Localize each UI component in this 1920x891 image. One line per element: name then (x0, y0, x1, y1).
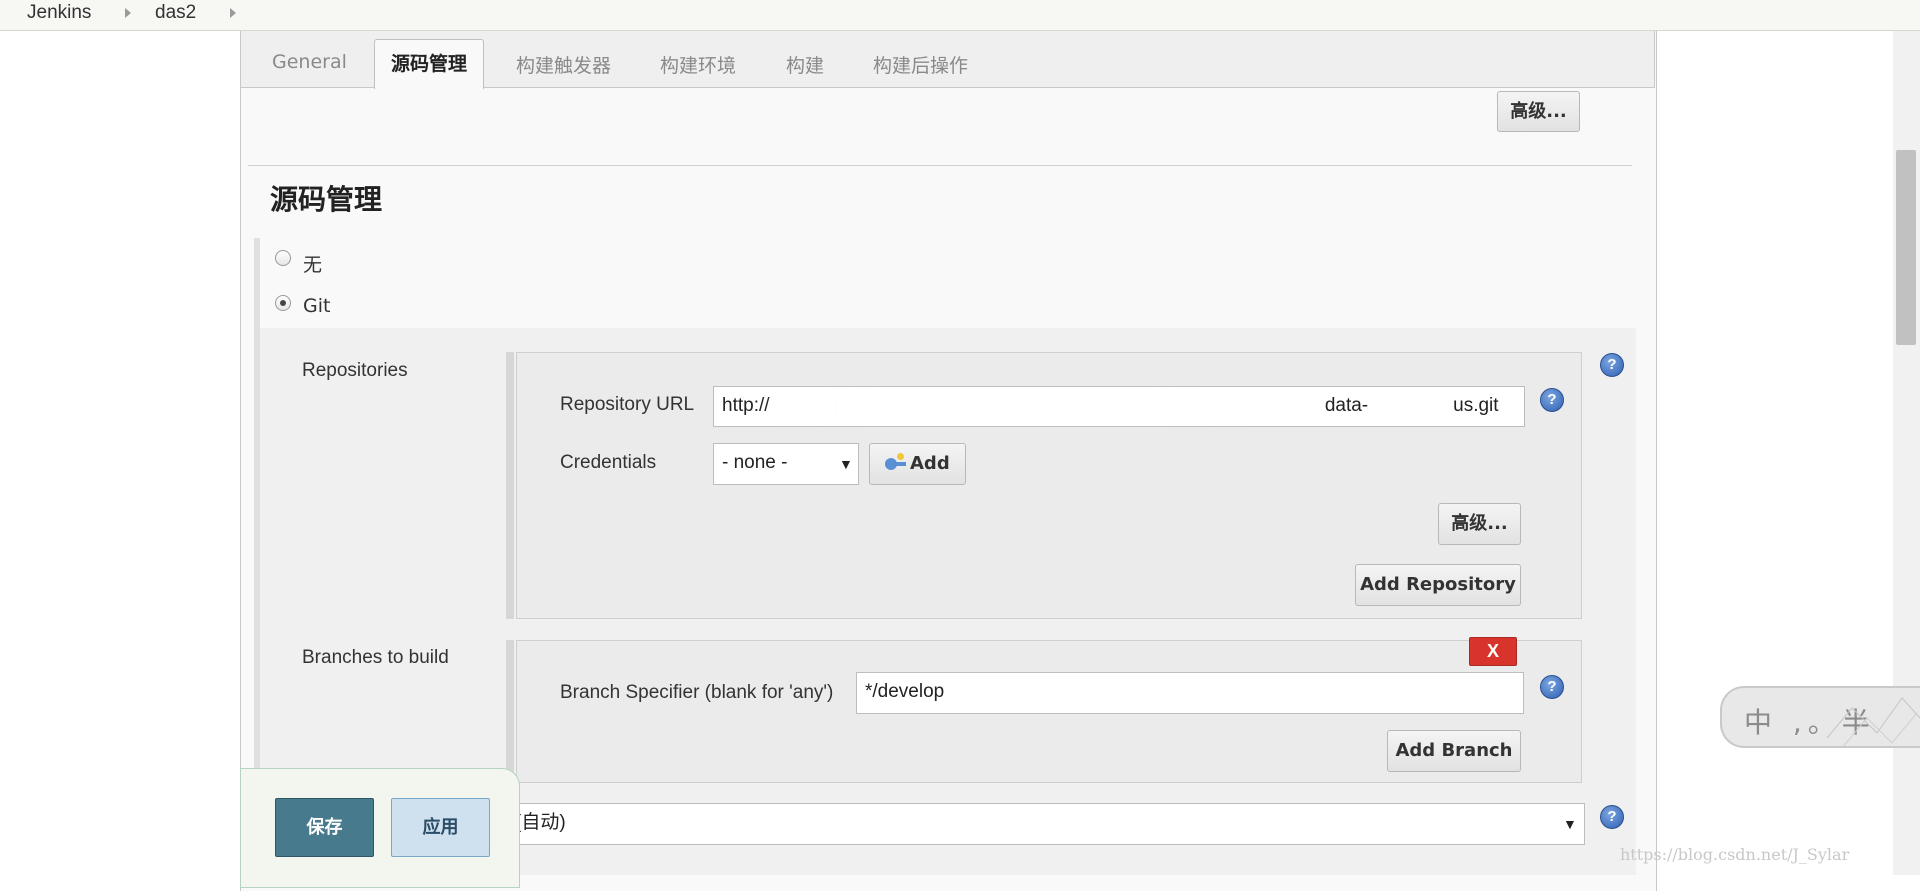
branches-label: Branches to build (302, 647, 449, 668)
tab-scm[interactable]: 源码管理 (374, 39, 485, 89)
section-title: 源码管理 (270, 183, 383, 216)
tab-post-build[interactable]: 构建后操作 (873, 51, 968, 78)
credentials-select[interactable]: - none - (713, 443, 859, 485)
scm-none-radio[interactable] (275, 250, 291, 266)
option-indent-bar (254, 238, 260, 328)
key-shaft-icon (894, 462, 906, 466)
repository-browser-value: (自动) (515, 812, 566, 833)
repository-url-label: Repository URL (560, 394, 695, 415)
credentials-label: Credentials (560, 452, 657, 473)
delete-branch-button[interactable]: X (1469, 637, 1517, 666)
add-repository-button[interactable]: Add Repository (1355, 564, 1521, 606)
scrollbar-thumb[interactable] (1896, 150, 1916, 345)
help-icon[interactable]: ? (1600, 353, 1624, 377)
repository-url-text-start: http:// (722, 395, 770, 416)
chevron-right-icon[interactable] (125, 8, 131, 18)
scm-none-label: 无 (303, 254, 323, 276)
repo-advanced-button[interactable]: 高级... (1438, 503, 1521, 545)
tab-general[interactable]: General (272, 51, 347, 73)
help-icon[interactable]: ? (1540, 675, 1564, 699)
add-credentials-button[interactable]: Add (869, 443, 966, 485)
scm-git-label: Git (303, 295, 331, 317)
breadcrumb-das2[interactable]: das2 (155, 2, 196, 24)
add-branch-button[interactable]: Add Branch (1387, 730, 1521, 772)
tab-build-triggers[interactable]: 构建触发器 (516, 51, 611, 78)
repo-indent-bar (506, 352, 514, 619)
tab-build-environment[interactable]: 构建环境 (660, 51, 736, 78)
branch-specifier-input[interactable]: */develop (856, 672, 1524, 714)
chevron-down-icon: ▼ (839, 456, 853, 472)
watermark: https://blog.csdn.net/J_Sylar (1620, 845, 1850, 864)
repository-url-text-mid: data- (1324, 395, 1369, 416)
section-divider (248, 165, 1632, 166)
repositories-label: Repositories (302, 360, 408, 381)
tab-build[interactable]: 构建 (786, 51, 824, 78)
star-icon (897, 453, 904, 460)
tab-bar: General 源码管理 构建触发器 构建环境 构建 构建后操作 (240, 31, 1655, 89)
scm-git-radio[interactable] (275, 295, 291, 311)
branch-specifier-label: Branch Specifier (blank for 'any') (560, 682, 834, 703)
apply-button[interactable]: 应用 (391, 798, 490, 857)
breadcrumb-jenkins[interactable]: Jenkins (27, 2, 91, 24)
add-credentials-label: Add (910, 453, 950, 474)
chevron-right-icon[interactable] (230, 8, 236, 18)
help-icon[interactable]: ? (1600, 805, 1624, 829)
save-button[interactable]: 保存 (275, 798, 374, 857)
help-icon[interactable]: ? (1540, 388, 1564, 412)
ime-toolbar[interactable]: 中 ,。半 (1720, 686, 1920, 748)
credentials-select-value: - none - (722, 452, 788, 473)
general-advanced-button[interactable]: 高级... (1497, 91, 1580, 132)
repository-browser-select[interactable]: (自动) (506, 803, 1585, 845)
branch-indent-bar (506, 640, 514, 783)
breadcrumb: Jenkins das2 (0, 0, 1920, 31)
chevron-down-icon: ▼ (1563, 816, 1577, 832)
redaction-blur (770, 392, 1260, 422)
ime-decoration-icon (1826, 697, 1920, 746)
repository-url-text-end: us.git (1453, 395, 1499, 416)
